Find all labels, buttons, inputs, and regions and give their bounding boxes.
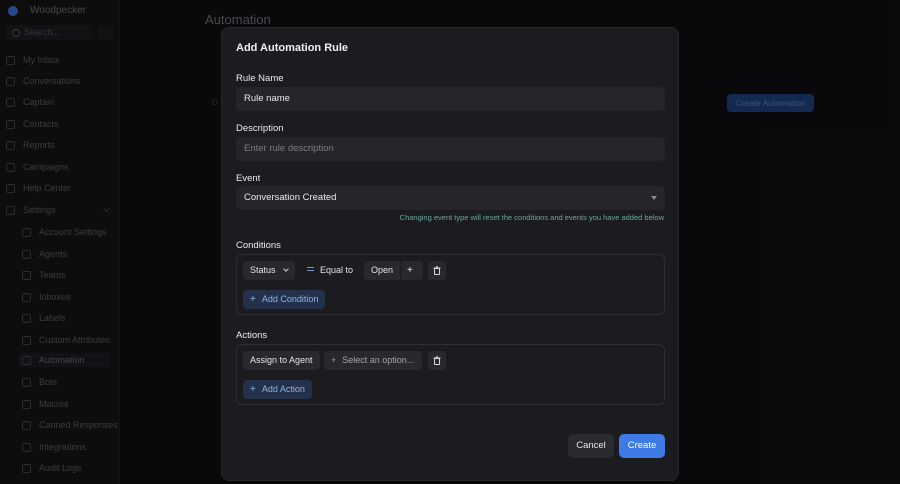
modal-title: Add Automation Rule <box>236 42 349 54</box>
condition-value-select[interactable]: Open + <box>364 261 423 280</box>
cancel-button[interactable]: Cancel <box>568 434 614 458</box>
caret-down-icon <box>651 196 657 200</box>
actions-label: Actions <box>236 330 268 341</box>
event-selected-value: Conversation Created <box>244 192 337 203</box>
plus-icon: + <box>331 355 337 365</box>
conditions-label: Conditions <box>236 240 281 251</box>
create-button[interactable]: Create <box>619 434 665 458</box>
description-input[interactable] <box>236 137 665 161</box>
rule-name-input[interactable] <box>236 87 665 111</box>
add-automation-modal: Add Automation Rule Rule Name Descriptio… <box>221 27 679 481</box>
equals-icon <box>307 267 314 271</box>
chevron-down-icon <box>282 266 289 272</box>
conditions-box: Status Equal to Open + + Add Condition <box>236 254 665 315</box>
plus-icon: + <box>250 294 256 305</box>
plus-icon: + <box>407 265 413 276</box>
delete-action-button[interactable] <box>428 351 446 370</box>
trash-icon <box>433 356 441 365</box>
event-hint: Changing event type will reset the condi… <box>399 213 664 222</box>
condition-attribute-select[interactable]: Status <box>243 261 295 280</box>
event-label: Event <box>236 173 261 184</box>
action-type-select[interactable]: Assign to Agent <box>243 351 320 370</box>
action-option-select[interactable]: + Select an option... <box>324 351 422 370</box>
rule-name-label: Rule Name <box>236 73 284 84</box>
add-action-button[interactable]: + Add Action <box>243 380 312 399</box>
plus-icon: + <box>250 384 256 395</box>
event-select[interactable]: Conversation Created <box>236 186 665 210</box>
description-label: Description <box>236 123 284 134</box>
divider <box>400 261 401 280</box>
condition-operator-select[interactable]: Equal to <box>307 261 353 280</box>
delete-condition-button[interactable] <box>428 261 446 280</box>
trash-icon <box>433 266 441 275</box>
actions-box: Assign to Agent + Select an option... + Ad… <box>236 344 665 405</box>
add-condition-button[interactable]: + Add Condition <box>243 290 326 309</box>
